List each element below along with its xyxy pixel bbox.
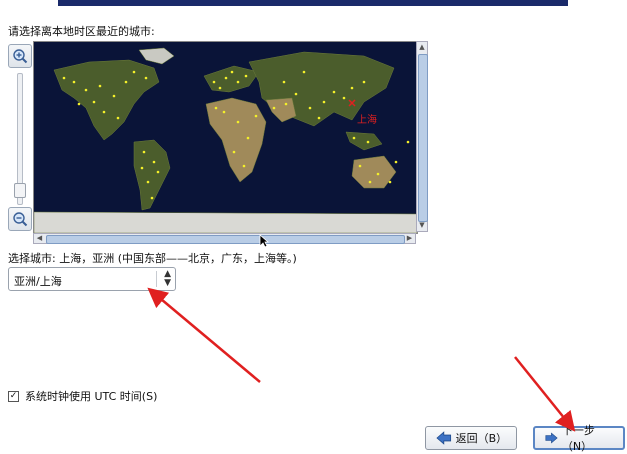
back-button-label: 返回（B） bbox=[455, 432, 508, 445]
city-dropdown[interactable]: 亚洲/上海 ▲ ▼ bbox=[8, 267, 176, 291]
zoom-in-button[interactable] bbox=[8, 44, 32, 68]
scroll-right-icon[interactable]: ▶ bbox=[404, 234, 415, 243]
selected-city-description: 选择城市: 上海，亚洲 (中国东部——北京，广东，上海等。) bbox=[8, 252, 297, 265]
scroll-down-icon[interactable]: ▼ bbox=[417, 220, 427, 231]
left-arrow-icon bbox=[436, 431, 452, 445]
zoom-out-icon bbox=[13, 212, 28, 227]
dropdown-separator bbox=[156, 271, 157, 287]
updown-chevron-icon: ▲ ▼ bbox=[164, 269, 171, 288]
utc-label: 系统时钟使用 UTC 时间(S) bbox=[25, 390, 158, 403]
annotation-arrow-next bbox=[514, 356, 576, 432]
city-dropdown-value: 亚洲/上海 bbox=[14, 275, 62, 288]
mouse-cursor-icon bbox=[259, 234, 269, 248]
right-arrow-icon bbox=[545, 432, 558, 444]
utc-option[interactable]: ✓ 系统时钟使用 UTC 时间(S) bbox=[8, 388, 157, 404]
map-vertical-scrollbar[interactable]: ▲ ▼ bbox=[416, 41, 428, 232]
timezone-prompt: 请选择离本地时区最近的城市: bbox=[8, 25, 155, 38]
scroll-up-icon[interactable]: ▲ bbox=[417, 42, 427, 53]
scroll-left-icon[interactable]: ◀ bbox=[34, 234, 45, 243]
map-horizontal-scrollbar[interactable]: ◀ ▶ bbox=[33, 233, 416, 244]
utc-checkbox[interactable]: ✓ bbox=[8, 390, 19, 402]
zoom-out-button[interactable] bbox=[8, 207, 32, 231]
world-map[interactable] bbox=[33, 41, 418, 234]
annotation-arrow-dropdown bbox=[147, 287, 261, 383]
back-button[interactable]: 返回（B） bbox=[425, 426, 517, 450]
top-banner bbox=[58, 0, 568, 6]
zoom-in-icon bbox=[13, 49, 28, 64]
zoom-slider-handle[interactable] bbox=[14, 183, 26, 198]
selected-city-label: 上海 bbox=[357, 115, 377, 126]
next-button[interactable]: 下一步（N） bbox=[533, 424, 625, 453]
map-vertical-scroll-thumb[interactable] bbox=[418, 54, 428, 222]
next-button-label: 下一步（N） bbox=[561, 424, 595, 453]
map-horizontal-scroll-thumb[interactable] bbox=[46, 235, 405, 244]
